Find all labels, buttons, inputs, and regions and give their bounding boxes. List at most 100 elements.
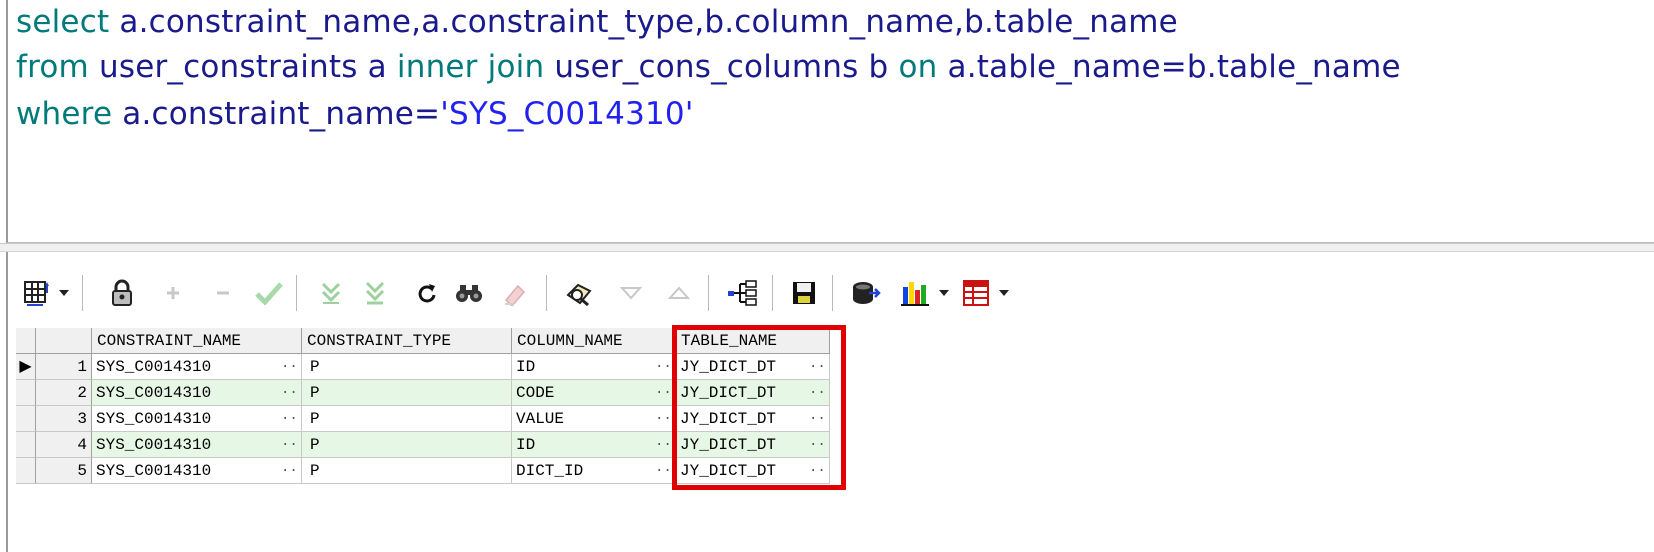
row-number[interactable]: 4 (36, 432, 92, 458)
sql-editor[interactable]: select a.constraint_name,a.constraint_ty… (6, 0, 1654, 243)
cell-editor-button[interactable]: ··· (281, 458, 301, 483)
dropdown-arrow-icon[interactable] (994, 271, 1014, 315)
grid-cell[interactable]: SYS_C0014310 ··· (92, 380, 302, 406)
grid-cell[interactable]: P (302, 354, 512, 380)
cell-value: JY_DICT_DT (680, 462, 777, 480)
sql-token: where (16, 96, 113, 132)
fetch-next-icon[interactable] (316, 271, 346, 315)
export-icon[interactable] (848, 271, 884, 315)
chart-icon[interactable] (898, 271, 932, 315)
cell-value: SYS_C0014310 (96, 358, 212, 376)
column-header[interactable]: COLUMN_NAME (512, 328, 676, 354)
grid-cell[interactable]: P (302, 406, 512, 432)
cell-value: P (310, 462, 320, 480)
grid-cell[interactable]: JY_DICT_DT ··· (676, 458, 830, 484)
tree-view-icon[interactable] (724, 271, 760, 315)
lock-icon[interactable] (106, 271, 138, 315)
sql-line-3: where a.constraint_name='SYS_C0014310' (16, 96, 694, 132)
cell-editor-button[interactable]: ··· (809, 380, 829, 405)
grid-cell[interactable]: P (302, 380, 512, 406)
current-row-indicator (16, 458, 36, 484)
column-header[interactable]: CONSTRAINT_NAME (92, 328, 302, 354)
table-view-icon[interactable] (960, 271, 992, 315)
row-number[interactable]: 1 (36, 354, 92, 380)
grid-cell[interactable]: VALUE ··· (512, 406, 676, 432)
cell-editor-button[interactable]: ··· (655, 458, 675, 483)
sql-token: inner join (396, 49, 545, 85)
save-icon[interactable] (788, 271, 820, 315)
next-icon[interactable] (664, 271, 694, 315)
cell-editor-button[interactable]: ··· (655, 432, 675, 457)
row-number[interactable]: 5 (36, 458, 92, 484)
sql-line-2: from user_constraints a inner join user_… (16, 49, 1401, 85)
clear-icon[interactable] (498, 271, 532, 315)
grid-cell[interactable]: CODE ··· (512, 380, 676, 406)
grid-cell[interactable]: SYS_C0014310 ··· (92, 354, 302, 380)
cell-value: ID (516, 436, 536, 454)
grid-cell[interactable]: SYS_C0014310 ··· (92, 432, 302, 458)
current-row-indicator (16, 406, 36, 432)
cell-editor-button[interactable]: ··· (281, 406, 301, 431)
grid-cell[interactable]: SYS_C0014310 ··· (92, 406, 302, 432)
cell-value: DICT_ID (516, 462, 584, 480)
cell-editor-button[interactable]: ··· (809, 406, 829, 431)
cell-value: JY_DICT_DT (680, 384, 777, 402)
dropdown-arrow-icon[interactable] (934, 271, 954, 315)
grid-cell[interactable]: DICT_ID ··· (512, 458, 676, 484)
toolbar-separator (546, 275, 548, 311)
cell-value: P (310, 384, 320, 402)
cell-value: P (310, 410, 320, 428)
toolbar-separator (708, 275, 710, 311)
query-by-example-icon[interactable] (562, 271, 596, 315)
delete-record-icon[interactable] (208, 271, 238, 315)
pane-splitter[interactable] (0, 243, 1654, 252)
grid-cell[interactable]: JY_DICT_DT ··· (676, 406, 830, 432)
cell-editor-button[interactable]: ··· (281, 380, 301, 405)
cell-editor-button[interactable]: ··· (655, 406, 675, 431)
grid-cell[interactable]: ID ··· (512, 354, 676, 380)
grid-cell[interactable]: JY_DICT_DT ··· (676, 380, 830, 406)
grid-cell[interactable]: P (302, 432, 512, 458)
results-grid: CONSTRAINT_NAME CONSTRAINT_TYPE COLUMN_N… (16, 328, 836, 484)
cell-editor-button[interactable]: ··· (655, 354, 675, 379)
grid-cell[interactable]: JY_DICT_DT ··· (676, 354, 830, 380)
result-toolbar (8, 271, 1108, 315)
row-number-header (36, 328, 92, 354)
grid-options-icon[interactable] (22, 271, 52, 315)
grid-cell[interactable]: JY_DICT_DT ··· (676, 432, 830, 458)
cell-editor-button[interactable]: ··· (809, 458, 829, 483)
cell-editor-button[interactable]: ··· (809, 354, 829, 379)
add-record-icon[interactable] (158, 271, 188, 315)
cell-editor-button[interactable]: ··· (809, 432, 829, 457)
cell-value: JY_DICT_DT (680, 436, 777, 454)
sql-token: a.constraint_name= (112, 96, 441, 132)
current-row-indicator: ▶ (16, 354, 36, 380)
grid-corner (16, 328, 36, 354)
row-number[interactable]: 2 (36, 380, 92, 406)
cell-editor-button[interactable]: ··· (281, 354, 301, 379)
grid-cell[interactable]: ID ··· (512, 432, 676, 458)
grid-cell[interactable]: P (302, 458, 512, 484)
column-header[interactable]: CONSTRAINT_TYPE (302, 328, 512, 354)
toolbar-separator (82, 275, 84, 311)
sql-token: a.constraint_name,a.constraint_type,b.co… (109, 4, 1178, 40)
sql-token: select (16, 4, 110, 40)
sql-token: user_cons_columns b (544, 49, 899, 85)
find-icon[interactable] (452, 271, 486, 315)
cell-value: JY_DICT_DT (680, 358, 777, 376)
cell-editor-button[interactable]: ··· (655, 380, 675, 405)
cell-value: VALUE (516, 410, 565, 428)
grid-cell[interactable]: SYS_C0014310 ··· (92, 458, 302, 484)
cell-value: SYS_C0014310 (96, 410, 212, 428)
fetch-last-icon[interactable] (360, 271, 390, 315)
refresh-icon[interactable] (412, 271, 442, 315)
post-changes-icon[interactable] (252, 271, 286, 315)
previous-icon[interactable] (616, 271, 646, 315)
dropdown-arrow-icon[interactable] (54, 271, 74, 315)
column-header[interactable]: TABLE_NAME (676, 328, 830, 354)
row-number[interactable]: 3 (36, 406, 92, 432)
cell-value: ID (516, 358, 536, 376)
cell-editor-button[interactable]: ··· (281, 432, 301, 457)
sql-token: a.table_name=b.table_name (937, 49, 1401, 85)
cell-value: SYS_C0014310 (96, 384, 212, 402)
